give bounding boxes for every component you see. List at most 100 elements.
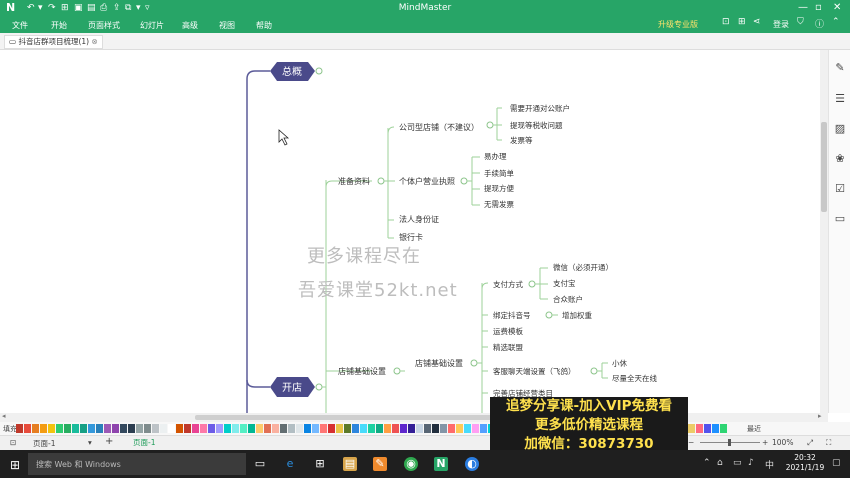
color-swatch[interactable] — [384, 424, 391, 433]
node-freight-template[interactable]: 运费模板 — [493, 326, 523, 336]
color-swatch[interactable] — [208, 424, 215, 433]
add-page-button[interactable]: + — [105, 436, 113, 447]
windows-start-icon[interactable]: ⊞ — [10, 458, 20, 472]
node-bind-douyin[interactable]: 绑定抖音号 — [493, 310, 531, 320]
color-swatch[interactable] — [264, 424, 271, 433]
node-leaf[interactable]: 尽量全天在线 — [612, 373, 657, 383]
color-swatch[interactable] — [224, 424, 231, 433]
color-swatch[interactable] — [328, 424, 335, 433]
color-swatch[interactable] — [160, 424, 167, 433]
color-swatch[interactable] — [376, 424, 383, 433]
color-swatch[interactable] — [296, 424, 303, 433]
collapse-toggle[interactable] — [460, 177, 468, 185]
color-swatch[interactable] — [400, 424, 407, 433]
collapse-ribbon-icon[interactable]: ⌃ — [832, 17, 840, 27]
color-swatch[interactable] — [464, 424, 471, 433]
app-icon[interactable]: ◐ — [465, 457, 479, 471]
node-prep[interactable]: 准备资料 — [338, 176, 370, 186]
color-swatch[interactable] — [136, 424, 143, 433]
zoom-level[interactable]: 100% — [772, 438, 793, 447]
color-swatch[interactable] — [216, 424, 223, 433]
color-swatch[interactable] — [104, 424, 111, 433]
edge-icon[interactable]: e — [283, 457, 297, 471]
color-swatch[interactable] — [24, 424, 31, 433]
color-swatch[interactable] — [184, 424, 191, 433]
node-shop-settings[interactable]: 店铺基础设置 — [338, 366, 386, 376]
color-swatch[interactable] — [88, 424, 95, 433]
system-clock[interactable]: 20:32 2021/1/19 — [783, 453, 827, 473]
collapse-toggle[interactable] — [377, 177, 385, 185]
color-swatch[interactable] — [256, 424, 263, 433]
share-network-icon[interactable]: ⋖ — [753, 17, 761, 27]
color-swatch[interactable] — [352, 424, 359, 433]
node-individual-license[interactable]: 个体户营业执照 — [399, 176, 455, 186]
color-swatch[interactable] — [120, 424, 127, 433]
layout-icon[interactable]: ⊞ — [738, 17, 746, 27]
color-swatch[interactable] — [48, 424, 55, 433]
theme-icon[interactable]: ⛉ — [797, 17, 804, 27]
color-swatch[interactable] — [96, 424, 103, 433]
node-leaf[interactable]: 发票等 — [510, 135, 533, 145]
battery-icon[interactable]: ▭ — [733, 458, 742, 468]
color-swatch[interactable] — [40, 424, 47, 433]
color-swatch[interactable] — [448, 424, 455, 433]
color-swatch[interactable] — [416, 424, 423, 433]
color-swatch[interactable] — [280, 424, 287, 433]
node-leaf[interactable]: 需要开通对公账户 — [510, 103, 570, 113]
menu-view[interactable]: 视图 — [219, 20, 235, 31]
menu-help[interactable]: 帮助 — [256, 20, 272, 31]
node-bank-card[interactable]: 银行卡 — [399, 232, 423, 242]
horizontal-scrollbar[interactable]: ◂ ▸ — [0, 412, 828, 422]
menu-file[interactable]: 文件 — [12, 20, 28, 31]
collapse-toggle[interactable] — [470, 359, 478, 367]
outline-icon[interactable]: ☰ — [834, 93, 846, 105]
node-selected-alliance[interactable]: 精选联盟 — [493, 342, 523, 352]
color-swatch[interactable] — [688, 424, 695, 433]
minimize-icon[interactable]: — — [798, 2, 808, 13]
collapse-toggle[interactable] — [590, 367, 598, 375]
color-swatch[interactable] — [432, 424, 439, 433]
color-swatch[interactable] — [144, 424, 151, 433]
color-swatch[interactable] — [272, 424, 279, 433]
color-swatch[interactable] — [320, 424, 327, 433]
app-icon[interactable]: ✎ — [373, 457, 387, 471]
color-swatch[interactable] — [64, 424, 71, 433]
color-swatch[interactable] — [720, 424, 727, 433]
vertical-scroll-thumb[interactable] — [821, 122, 827, 212]
node-leaf[interactable]: 增加权重 — [562, 310, 592, 320]
info-icon[interactable]: ⓘ — [815, 17, 824, 30]
notifications-icon[interactable]: ▢ — [832, 458, 841, 468]
color-swatch[interactable] — [232, 424, 239, 433]
slides-icon[interactable]: ▭ — [834, 213, 846, 225]
node-id-card[interactable]: 法人身份证 — [399, 214, 439, 224]
browser-icon[interactable]: ◉ — [404, 457, 418, 471]
menu-page-style[interactable]: 页面样式 — [88, 20, 120, 31]
node-leaf[interactable]: 提现方便 — [484, 183, 514, 193]
login-link[interactable]: 登录 — [773, 19, 789, 30]
maximize-icon[interactable]: ▫ — [815, 2, 822, 13]
color-swatch[interactable] — [192, 424, 199, 433]
document-tab[interactable]: ▭ 抖音店群项目梳理(1) ⊗ — [4, 35, 103, 49]
node-leaf[interactable]: 无需发票 — [484, 199, 514, 209]
collapse-toggle[interactable] — [486, 121, 494, 129]
page-select[interactable]: 页面-1 — [33, 438, 55, 449]
node-leaf[interactable]: 合众账户 — [553, 294, 583, 304]
color-swatch[interactable] — [168, 424, 175, 433]
color-swatch[interactable] — [304, 424, 311, 433]
collapse-toggle[interactable] — [315, 67, 323, 75]
color-swatch[interactable] — [312, 424, 319, 433]
upgrade-pro-link[interactable]: 升级专业版 — [658, 19, 698, 30]
menu-advanced[interactable]: 高级 — [182, 20, 198, 31]
network-icon[interactable]: ⌂ — [717, 458, 723, 468]
fit-page-icon[interactable]: ⤢ — [807, 438, 813, 448]
color-swatch[interactable] — [288, 424, 295, 433]
page-panel-icon[interactable]: ⊡ — [10, 438, 16, 447]
color-swatch[interactable] — [472, 424, 479, 433]
color-swatch[interactable] — [440, 424, 447, 433]
color-swatch[interactable] — [152, 424, 159, 433]
image-icon[interactable]: ▨ — [834, 123, 846, 135]
node-payment[interactable]: 支付方式 — [493, 279, 523, 289]
node-leaf[interactable]: 手续简单 — [484, 168, 514, 178]
zoom-in-icon[interactable]: + — [762, 438, 768, 447]
vertical-scrollbar[interactable] — [820, 50, 828, 413]
